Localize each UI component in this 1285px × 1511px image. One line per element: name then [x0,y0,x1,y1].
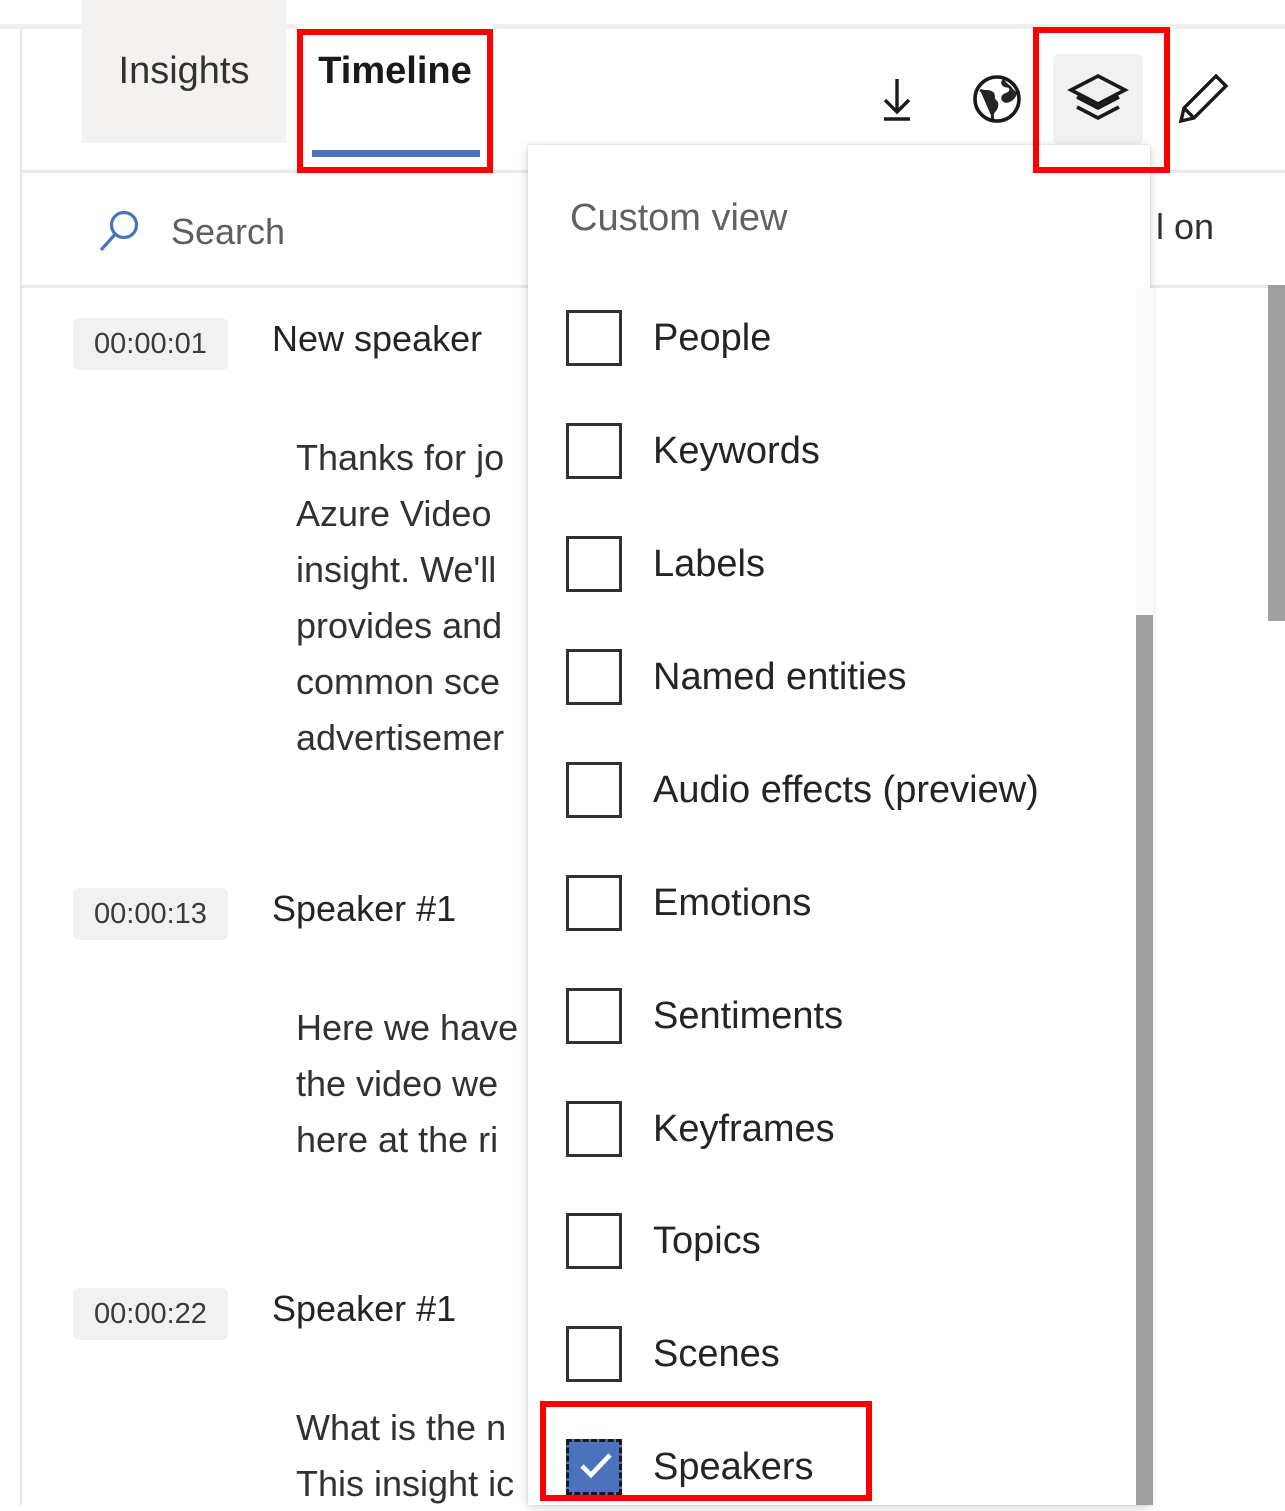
dropdown-item-label: Emotions [653,881,812,924]
checkbox-labels[interactable] [566,536,622,592]
checkbox-sentiments[interactable] [566,988,622,1044]
checkbox-people[interactable] [566,310,622,366]
dropdown-item-emotions[interactable]: Emotions [0,859,811,947]
dropdown-item-people[interactable]: People [0,294,771,382]
checkbox-keywords[interactable] [566,423,622,479]
search-placeholder: Search [171,211,286,252]
dropdown-item-label: Named entities [653,655,907,698]
dropdown-item-named-entities[interactable]: Named entities [0,633,906,721]
checkbox-keyframes[interactable] [566,1101,622,1157]
checkbox-emotions[interactable] [566,875,622,931]
dropdown-item-label: Audio effects (preview) [653,768,1039,811]
checkbox-scenes[interactable] [566,1326,622,1382]
tab-timeline-active-indicator [312,150,480,157]
dropdown-scrollbar-thumb[interactable] [1136,615,1153,1505]
dropdown-item-keyframes[interactable]: Keyframes [0,1085,835,1173]
globe-icon[interactable] [952,54,1042,144]
dropdown-item-labels[interactable]: Labels [0,520,765,608]
checkbox-named-entities[interactable] [566,649,622,705]
page-scrollbar-thumb[interactable] [1268,285,1285,621]
dropdown-item-label: Sentiments [653,994,844,1037]
layers-icon[interactable] [1053,54,1143,144]
tab-timeline-label: Timeline [318,50,472,92]
checkbox-topics[interactable] [566,1213,622,1269]
tab-insights[interactable]: Insights [82,0,286,143]
dropdown-item-audio-effects[interactable]: Audio effects (preview) [0,746,1039,834]
tab-insights-label: Insights [118,50,250,92]
dropdown-item-label: Keywords [653,429,820,472]
dropdown-item-label: Keyframes [653,1107,835,1150]
checkbox-speakers[interactable] [566,1439,622,1495]
dropdown-item-sentiments[interactable]: Sentiments [0,972,843,1060]
dropdown-item-label: Scenes [653,1332,780,1375]
dropdown-item-topics[interactable]: Topics [0,1197,761,1285]
search-input[interactable] [90,196,510,270]
auto-scroll-partial-label: l on [1156,206,1215,247]
dropdown-item-scenes[interactable]: Scenes [0,1310,780,1398]
checkbox-audio-effects[interactable] [566,762,622,818]
download-icon[interactable] [852,54,942,144]
dropdown-item-label: Labels [653,542,765,585]
custom-view-title: Custom view [570,197,788,239]
dropdown-item-keywords[interactable]: Keywords [0,407,820,495]
dropdown-item-speakers[interactable]: Speakers [0,1423,814,1511]
tab-timeline[interactable]: Timeline [297,0,493,143]
pencil-icon[interactable] [1158,54,1248,144]
dropdown-item-label: Topics [653,1219,761,1262]
dropdown-item-label: People [653,316,772,359]
dropdown-item-label: Speakers [653,1445,814,1488]
